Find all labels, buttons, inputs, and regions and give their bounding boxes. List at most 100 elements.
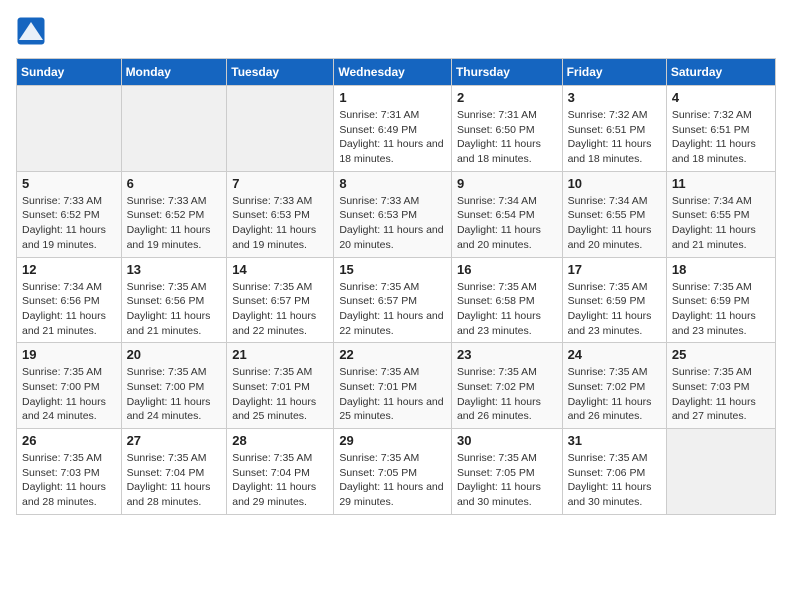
day-number: 1 <box>339 90 446 105</box>
calendar-cell <box>17 86 122 172</box>
calendar-cell: 1Sunrise: 7:31 AM Sunset: 6:49 PM Daylig… <box>334 86 452 172</box>
calendar-cell: 24 Sunrise: 7:35 AM Sunset: 7:02 PM Dayli… <box>562 343 666 429</box>
day-info: Sunrise: 7:32 AM Sunset: 6:51 PM Dayligh… <box>568 108 661 167</box>
day-number: 28 <box>232 433 328 448</box>
day-info: Sunrise: 7:35 AM Sunset: 7:04 PM Dayligh… <box>127 451 222 510</box>
day-number: 9 <box>457 176 557 191</box>
calendar-cell: 13 Sunrise: 7:35 AM Sunset: 6:56 PM Dayli… <box>121 257 227 343</box>
day-info: Sunrise: 7:35 AM Sunset: 6:57 PM Dayligh… <box>339 280 446 339</box>
day-info: Sunrise: 7:31 AM Sunset: 6:50 PM Dayligh… <box>457 108 557 167</box>
day-number: 31 <box>568 433 661 448</box>
day-number: 10 <box>568 176 661 191</box>
calendar-cell: 30 Sunrise: 7:35 AM Sunset: 7:05 PM Dayli… <box>451 429 562 515</box>
calendar-cell: 3 Sunrise: 7:32 AM Sunset: 6:51 PM Daylig… <box>562 86 666 172</box>
header-wednesday: Wednesday <box>334 59 452 86</box>
day-number: 8 <box>339 176 446 191</box>
day-number: 16 <box>457 262 557 277</box>
calendar-cell: 27 Sunrise: 7:35 AM Sunset: 7:04 PM Dayli… <box>121 429 227 515</box>
day-info: Sunrise: 7:35 AM Sunset: 7:04 PM Dayligh… <box>232 451 328 510</box>
day-number: 23 <box>457 347 557 362</box>
calendar-week-row: 1Sunrise: 7:31 AM Sunset: 6:49 PM Daylig… <box>17 86 776 172</box>
day-info: Sunrise: 7:35 AM Sunset: 7:00 PM Dayligh… <box>22 365 116 424</box>
calendar-cell: 8 Sunrise: 7:33 AM Sunset: 6:53 PM Daylig… <box>334 171 452 257</box>
logo <box>16 16 50 46</box>
calendar-cell: 20Sunrise: 7:35 AM Sunset: 7:00 PM Dayli… <box>121 343 227 429</box>
day-number: 18 <box>672 262 770 277</box>
day-number: 6 <box>127 176 222 191</box>
day-number: 13 <box>127 262 222 277</box>
day-number: 3 <box>568 90 661 105</box>
header-sunday: Sunday <box>17 59 122 86</box>
day-number: 26 <box>22 433 116 448</box>
calendar-cell: 4 Sunrise: 7:32 AM Sunset: 6:51 PM Daylig… <box>666 86 775 172</box>
calendar-cell <box>121 86 227 172</box>
day-number: 27 <box>127 433 222 448</box>
header-thursday: Thursday <box>451 59 562 86</box>
header-tuesday: Tuesday <box>227 59 334 86</box>
calendar-cell: 6 Sunrise: 7:33 AM Sunset: 6:52 PM Daylig… <box>121 171 227 257</box>
calendar-week-row: 19 Sunrise: 7:35 AM Sunset: 7:00 PM Dayli… <box>17 343 776 429</box>
day-info: Sunrise: 7:35 AM Sunset: 6:58 PM Dayligh… <box>457 280 557 339</box>
day-info: Sunrise: 7:34 AM Sunset: 6:54 PM Dayligh… <box>457 194 557 253</box>
calendar-cell: 23 Sunrise: 7:35 AM Sunset: 7:02 PM Dayli… <box>451 343 562 429</box>
calendar-cell <box>666 429 775 515</box>
day-info: Sunrise: 7:35 AM Sunset: 7:03 PM Dayligh… <box>672 365 770 424</box>
day-number: 30 <box>457 433 557 448</box>
day-info: Sunrise: 7:35 AM Sunset: 7:05 PM Dayligh… <box>339 451 446 510</box>
day-number: 2 <box>457 90 557 105</box>
calendar-table: SundayMondayTuesdayWednesdayThursdayFrid… <box>16 58 776 515</box>
calendar-cell: 15Sunrise: 7:35 AM Sunset: 6:57 PM Dayli… <box>334 257 452 343</box>
day-info: Sunrise: 7:35 AM Sunset: 7:03 PM Dayligh… <box>22 451 116 510</box>
day-info: Sunrise: 7:33 AM Sunset: 6:53 PM Dayligh… <box>232 194 328 253</box>
day-info: Sunrise: 7:35 AM Sunset: 6:59 PM Dayligh… <box>672 280 770 339</box>
calendar-cell: 28 Sunrise: 7:35 AM Sunset: 7:04 PM Dayli… <box>227 429 334 515</box>
day-number: 21 <box>232 347 328 362</box>
day-number: 29 <box>339 433 446 448</box>
day-info: Sunrise: 7:34 AM Sunset: 6:56 PM Dayligh… <box>22 280 116 339</box>
day-info: Sunrise: 7:35 AM Sunset: 6:57 PM Dayligh… <box>232 280 328 339</box>
calendar-week-row: 26 Sunrise: 7:35 AM Sunset: 7:03 PM Dayli… <box>17 429 776 515</box>
calendar-cell: 18 Sunrise: 7:35 AM Sunset: 6:59 PM Dayli… <box>666 257 775 343</box>
day-info: Sunrise: 7:35 AM Sunset: 7:02 PM Dayligh… <box>568 365 661 424</box>
calendar-cell: 22 Sunrise: 7:35 AM Sunset: 7:01 PM Dayli… <box>334 343 452 429</box>
day-number: 4 <box>672 90 770 105</box>
day-number: 11 <box>672 176 770 191</box>
day-number: 17 <box>568 262 661 277</box>
day-info: Sunrise: 7:34 AM Sunset: 6:55 PM Dayligh… <box>672 194 770 253</box>
calendar-cell: 21Sunrise: 7:35 AM Sunset: 7:01 PM Dayli… <box>227 343 334 429</box>
day-info: Sunrise: 7:35 AM Sunset: 7:06 PM Dayligh… <box>568 451 661 510</box>
day-number: 24 <box>568 347 661 362</box>
calendar-cell: 7 Sunrise: 7:33 AM Sunset: 6:53 PM Daylig… <box>227 171 334 257</box>
day-info: Sunrise: 7:32 AM Sunset: 6:51 PM Dayligh… <box>672 108 770 167</box>
day-number: 22 <box>339 347 446 362</box>
calendar-week-row: 12 Sunrise: 7:34 AM Sunset: 6:56 PM Dayli… <box>17 257 776 343</box>
calendar-cell: 14Sunrise: 7:35 AM Sunset: 6:57 PM Dayli… <box>227 257 334 343</box>
day-info: Sunrise: 7:33 AM Sunset: 6:53 PM Dayligh… <box>339 194 446 253</box>
day-info: Sunrise: 7:33 AM Sunset: 6:52 PM Dayligh… <box>22 194 116 253</box>
calendar-cell <box>227 86 334 172</box>
calendar-cell: 29 Sunrise: 7:35 AM Sunset: 7:05 PM Dayli… <box>334 429 452 515</box>
day-info: Sunrise: 7:35 AM Sunset: 6:59 PM Dayligh… <box>568 280 661 339</box>
calendar-cell: 5 Sunrise: 7:33 AM Sunset: 6:52 PM Daylig… <box>17 171 122 257</box>
calendar-cell: 11 Sunrise: 7:34 AM Sunset: 6:55 PM Dayli… <box>666 171 775 257</box>
day-info: Sunrise: 7:35 AM Sunset: 6:56 PM Dayligh… <box>127 280 222 339</box>
calendar-cell: 25 Sunrise: 7:35 AM Sunset: 7:03 PM Dayli… <box>666 343 775 429</box>
header-friday: Friday <box>562 59 666 86</box>
day-info: Sunrise: 7:35 AM Sunset: 7:05 PM Dayligh… <box>457 451 557 510</box>
day-info: Sunrise: 7:34 AM Sunset: 6:55 PM Dayligh… <box>568 194 661 253</box>
logo-icon <box>16 16 46 46</box>
day-info: Sunrise: 7:35 AM Sunset: 7:00 PM Dayligh… <box>127 365 222 424</box>
day-number: 5 <box>22 176 116 191</box>
day-info: Sunrise: 7:33 AM Sunset: 6:52 PM Dayligh… <box>127 194 222 253</box>
day-number: 19 <box>22 347 116 362</box>
day-number: 12 <box>22 262 116 277</box>
page-header <box>16 16 776 46</box>
header-monday: Monday <box>121 59 227 86</box>
day-number: 7 <box>232 176 328 191</box>
day-number: 25 <box>672 347 770 362</box>
day-info: Sunrise: 7:35 AM Sunset: 7:01 PM Dayligh… <box>339 365 446 424</box>
calendar-cell: 9 Sunrise: 7:34 AM Sunset: 6:54 PM Daylig… <box>451 171 562 257</box>
header-saturday: Saturday <box>666 59 775 86</box>
calendar-cell: 31 Sunrise: 7:35 AM Sunset: 7:06 PM Dayli… <box>562 429 666 515</box>
day-info: Sunrise: 7:35 AM Sunset: 7:02 PM Dayligh… <box>457 365 557 424</box>
